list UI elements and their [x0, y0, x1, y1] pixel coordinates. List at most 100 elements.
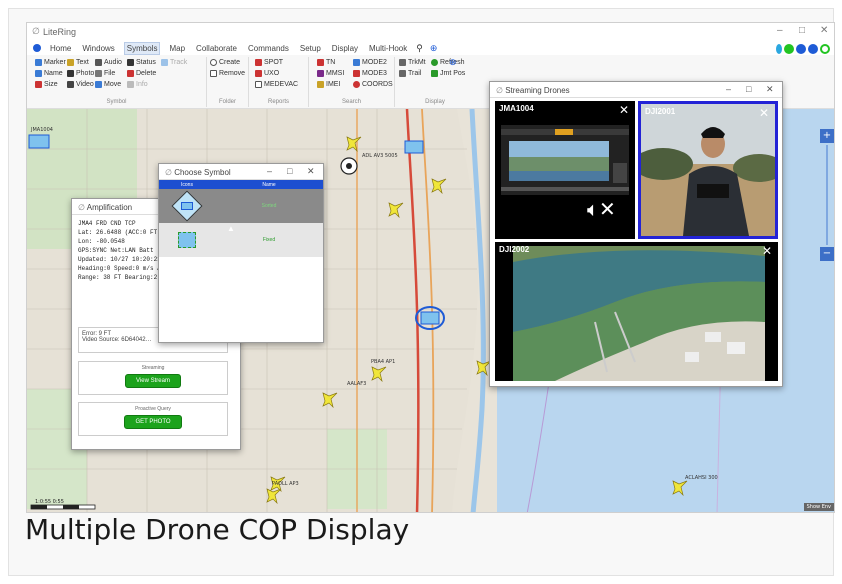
- info-button[interactable]: Info: [127, 81, 148, 88]
- menu-collaborate[interactable]: Collaborate: [194, 43, 239, 54]
- uxo-report-button[interactable]: UXO: [255, 70, 279, 77]
- audio-button[interactable]: Audio: [95, 59, 122, 66]
- photo-button[interactable]: Photo: [67, 70, 94, 77]
- jmt-pos-button[interactable]: Jmt Pos: [431, 70, 465, 77]
- video-frame: [513, 246, 765, 381]
- close-feed-button[interactable]: ✕: [762, 244, 772, 258]
- track-icon: [161, 59, 168, 66]
- streaming-label: Streaming: [141, 365, 165, 371]
- size-button[interactable]: Size: [35, 81, 58, 88]
- sync-icon[interactable]: [820, 44, 830, 54]
- online-status-icon: [784, 44, 794, 54]
- minimize-button[interactable]: –: [267, 166, 272, 176]
- add-icon[interactable]: ⊕: [430, 43, 438, 54]
- menu-windows[interactable]: Windows: [80, 43, 116, 54]
- spot-report-button[interactable]: SPOT: [255, 59, 283, 66]
- mouse-cursor-icon: ▲: [227, 224, 235, 233]
- search-imei-button[interactable]: IMEI: [317, 81, 340, 88]
- maximize-button[interactable]: □: [287, 166, 292, 176]
- close-button[interactable]: ✕: [766, 84, 774, 95]
- close-feed-button[interactable]: ✕: [759, 106, 769, 120]
- hook-icon[interactable]: ⚲: [416, 43, 423, 54]
- status-indicators: [776, 44, 830, 54]
- marker-button[interactable]: Marker: [35, 59, 66, 66]
- refresh-button[interactable]: Refresh: [431, 59, 465, 66]
- column-header-name: Name: [262, 181, 276, 188]
- search-tn-button[interactable]: TN: [317, 59, 335, 66]
- window-icon: ∅: [496, 86, 503, 95]
- get-photo-button[interactable]: GET PHOTO: [124, 415, 182, 429]
- menu-multi-hook[interactable]: Multi-Hook: [367, 43, 409, 54]
- search-mmsi-button[interactable]: MMSI: [317, 70, 344, 77]
- map-label: PBA4 AP1: [371, 359, 396, 365]
- video-feed-dji2001[interactable]: DJI2001 ✕: [638, 101, 778, 239]
- streaming-titlebar[interactable]: ∅ Streaming Drones – □ ✕: [490, 82, 782, 98]
- video-button[interactable]: Video: [67, 81, 94, 88]
- photo-icon: [67, 70, 74, 77]
- video-feed-dji2002[interactable]: DJI2002 ✕: [495, 242, 778, 381]
- uxo-icon: [255, 70, 262, 77]
- close-feed-button[interactable]: ✕: [619, 103, 629, 117]
- caption: Multiple Drone COP Display: [25, 513, 410, 546]
- trail-button[interactable]: Trail: [399, 70, 421, 77]
- close-button[interactable]: ✕: [820, 25, 828, 36]
- remove-circle-icon[interactable]: [808, 44, 818, 54]
- menu-display[interactable]: Display: [330, 43, 360, 54]
- mode3-icon: [353, 70, 360, 77]
- trail-icon: [399, 70, 406, 77]
- app-menu-icon[interactable]: [33, 44, 41, 52]
- ribbon-group-label: Display: [425, 99, 445, 105]
- choose-symbol-titlebar[interactable]: ∅ Choose Symbol – □ ✕: [159, 164, 323, 180]
- delete-button[interactable]: Delete: [127, 70, 156, 77]
- ribbon-group-label: Reports: [267, 99, 289, 105]
- map-label: PAOLL AP3: [272, 481, 299, 487]
- search-coords-button[interactable]: COORDS: [353, 81, 393, 88]
- track-button[interactable]: Track: [161, 59, 187, 66]
- zoom-slider[interactable]: [826, 145, 828, 245]
- drone-symbol[interactable]: [28, 134, 50, 149]
- feed-label: JMA1004: [499, 104, 534, 113]
- menu-symbols[interactable]: Symbols: [123, 41, 161, 55]
- menu-map[interactable]: Map: [167, 43, 187, 54]
- feed-label: DJI2001: [645, 107, 676, 116]
- symbol-row[interactable]: Sorted: [159, 189, 323, 223]
- search-mode2-button[interactable]: MODE2: [353, 59, 387, 66]
- text-button[interactable]: Text: [67, 59, 89, 66]
- menu-home[interactable]: Home: [48, 43, 73, 54]
- spot-icon: [255, 59, 262, 66]
- file-button[interactable]: File: [95, 70, 115, 77]
- ribbon-group-label: Folder: [218, 99, 236, 105]
- video-feed-jma1004[interactable]: JMA1004 ✕ 🔈︎✕: [495, 101, 635, 239]
- minimize-button[interactable]: –: [777, 25, 783, 36]
- minimize-button[interactable]: –: [726, 84, 731, 94]
- zoom-out-button[interactable]: −: [820, 247, 834, 261]
- close-button[interactable]: ✕: [307, 166, 315, 177]
- maximize-button[interactable]: □: [799, 25, 805, 36]
- search-mode3-button[interactable]: MODE3: [353, 70, 387, 77]
- title-bar: ∅ LiteRing – □ ✕: [27, 23, 834, 41]
- map-attribution[interactable]: Show Env: [803, 503, 834, 511]
- drone-symbol[interactable]: [404, 140, 424, 154]
- medevac-report-button[interactable]: MEDEVAC: [255, 81, 298, 88]
- streaming-box: Streaming View Stream: [78, 361, 228, 395]
- menu-commands[interactable]: Commands: [246, 43, 291, 54]
- trkmt-button[interactable]: TrkMt: [399, 59, 426, 66]
- status-button[interactable]: Status: [127, 59, 156, 66]
- ribbon-group-search: TN MODE2 MMSI MODE3 IMEI COORDS Search: [309, 57, 395, 107]
- add-circle-icon[interactable]: [796, 44, 806, 54]
- remove-folder-button[interactable]: Remove: [210, 70, 245, 77]
- menu-setup[interactable]: Setup: [298, 43, 323, 54]
- symbol-name: Sorted: [261, 203, 277, 209]
- symbol-row[interactable]: Fixed: [159, 223, 323, 257]
- move-button[interactable]: Move: [95, 81, 121, 88]
- view-stream-button[interactable]: View Stream: [125, 374, 181, 388]
- display-add-icon[interactable]: ⊕: [449, 57, 457, 68]
- drone-symbol[interactable]: [420, 311, 440, 325]
- muted-speaker-icon[interactable]: 🔈︎✕: [587, 197, 616, 222]
- create-folder-button[interactable]: Create: [210, 59, 240, 66]
- maximize-button[interactable]: □: [746, 84, 751, 94]
- file-icon: [95, 70, 102, 77]
- zoom-in-button[interactable]: +: [820, 129, 834, 143]
- photo-label: Proactive Query: [135, 406, 171, 412]
- name-button[interactable]: Name: [35, 70, 63, 77]
